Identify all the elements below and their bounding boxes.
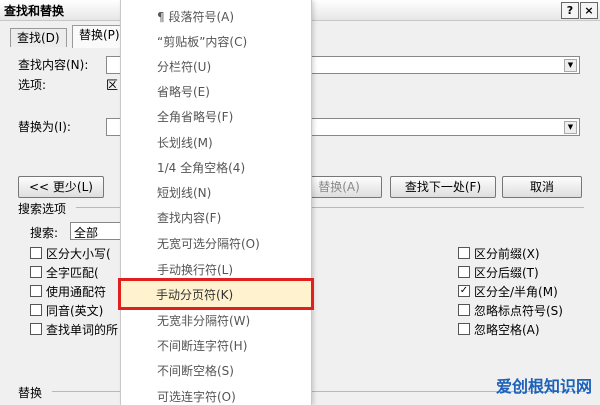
ignore-space-label: 忽略空格(A)	[474, 323, 540, 337]
menu-item-full-width-ellipsis[interactable]: 全角省略号(F)	[157, 108, 233, 125]
menu-item-clipboard[interactable]: “剪贴板”内容(C)	[157, 33, 247, 50]
match-case-label: 区分大小写(	[46, 247, 111, 261]
watermark-logo: 爱创根知识网	[495, 377, 592, 396]
ignore-punctuation-label: 忽略标点符号(S)	[474, 304, 563, 318]
dialog-title: 查找和替换	[4, 4, 65, 18]
match-prefix-label: 区分前缀(X)	[474, 247, 540, 261]
menu-item-nonbreaking-space[interactable]: 不间断空格(S)	[157, 362, 234, 379]
menu-item-em-dash[interactable]: 长划线(M)	[157, 134, 213, 151]
close-button[interactable]: ×	[580, 2, 598, 19]
chevron-down-icon[interactable]: ▼	[564, 121, 577, 134]
sounds-like-label: 同音(英文)	[46, 304, 104, 318]
highlight-annotation-box	[118, 278, 314, 310]
replace-section-title: 替换	[18, 386, 43, 400]
options-label: 选项:	[18, 78, 47, 92]
menu-item-zero-width-optional-break[interactable]: 无宽可选分隔符(O)	[157, 235, 260, 252]
chevron-down-icon[interactable]: ▼	[564, 59, 577, 72]
match-suffix-checkbox[interactable]	[458, 266, 470, 278]
special-format-menu: ¶ 段落符号(A) “剪贴板”内容(C) 分栏符(U) 省略号(E) 全角省略号…	[120, 0, 312, 405]
menu-item-manual-line-break[interactable]: 手动换行符(L)	[157, 261, 233, 278]
tab-replace[interactable]: 替换(P)	[72, 25, 127, 48]
find-next-button[interactable]: 查找下一处(F)	[390, 176, 496, 198]
ignore-space-checkbox[interactable]	[458, 323, 470, 335]
search-options-title: 搜索选项	[18, 202, 67, 216]
menu-item-optional-hyphen[interactable]: 可选连字符(O)	[157, 388, 236, 405]
match-prefix-checkbox[interactable]	[458, 247, 470, 259]
tab-find[interactable]: 查找(D)	[10, 28, 67, 47]
match-case-checkbox[interactable]	[30, 247, 42, 259]
search-label: 搜索:	[30, 226, 59, 240]
menu-item-en-dash[interactable]: 短划线(N)	[157, 184, 211, 201]
menu-item-paragraph-mark[interactable]: ¶ 段落符号(A)	[157, 8, 234, 25]
menu-item-nonbreaking-hyphen[interactable]: 不间断连字符(H)	[157, 337, 247, 354]
all-word-forms-label: 查找单词的所	[46, 323, 119, 337]
match-width-checkbox[interactable]: ✓	[458, 285, 470, 297]
replace-label: 替换为(I):	[18, 120, 71, 134]
menu-item-quarter-em-space[interactable]: 1/4 全角空格(4)	[157, 159, 245, 176]
whole-word-label: 全字匹配(	[46, 266, 99, 280]
sounds-like-checkbox[interactable]	[30, 304, 42, 316]
all-word-forms-checkbox[interactable]	[30, 323, 42, 335]
menu-item-ellipsis[interactable]: 省略号(E)	[157, 83, 210, 100]
match-suffix-label: 区分后缀(T)	[474, 266, 539, 280]
less-button[interactable]: << 更少(L)	[18, 176, 104, 198]
match-width-label: 区分全/半角(M)	[474, 285, 558, 299]
ignore-punctuation-checkbox[interactable]	[458, 304, 470, 316]
help-button[interactable]: ?	[561, 2, 579, 19]
whole-word-checkbox[interactable]	[30, 266, 42, 278]
menu-item-column-break[interactable]: 分栏符(U)	[157, 58, 211, 75]
find-label: 查找内容(N):	[18, 58, 89, 72]
wildcards-label: 使用通配符	[46, 285, 107, 299]
wildcards-checkbox[interactable]	[30, 285, 42, 297]
menu-item-zero-width-non-break[interactable]: 无宽非分隔符(W)	[157, 312, 250, 329]
cancel-button[interactable]: 取消	[502, 176, 582, 198]
options-value: 区	[106, 78, 119, 92]
menu-item-find-what[interactable]: 查找内容(F)	[157, 209, 221, 226]
search-scope-select[interactable]: 全部	[70, 222, 124, 240]
